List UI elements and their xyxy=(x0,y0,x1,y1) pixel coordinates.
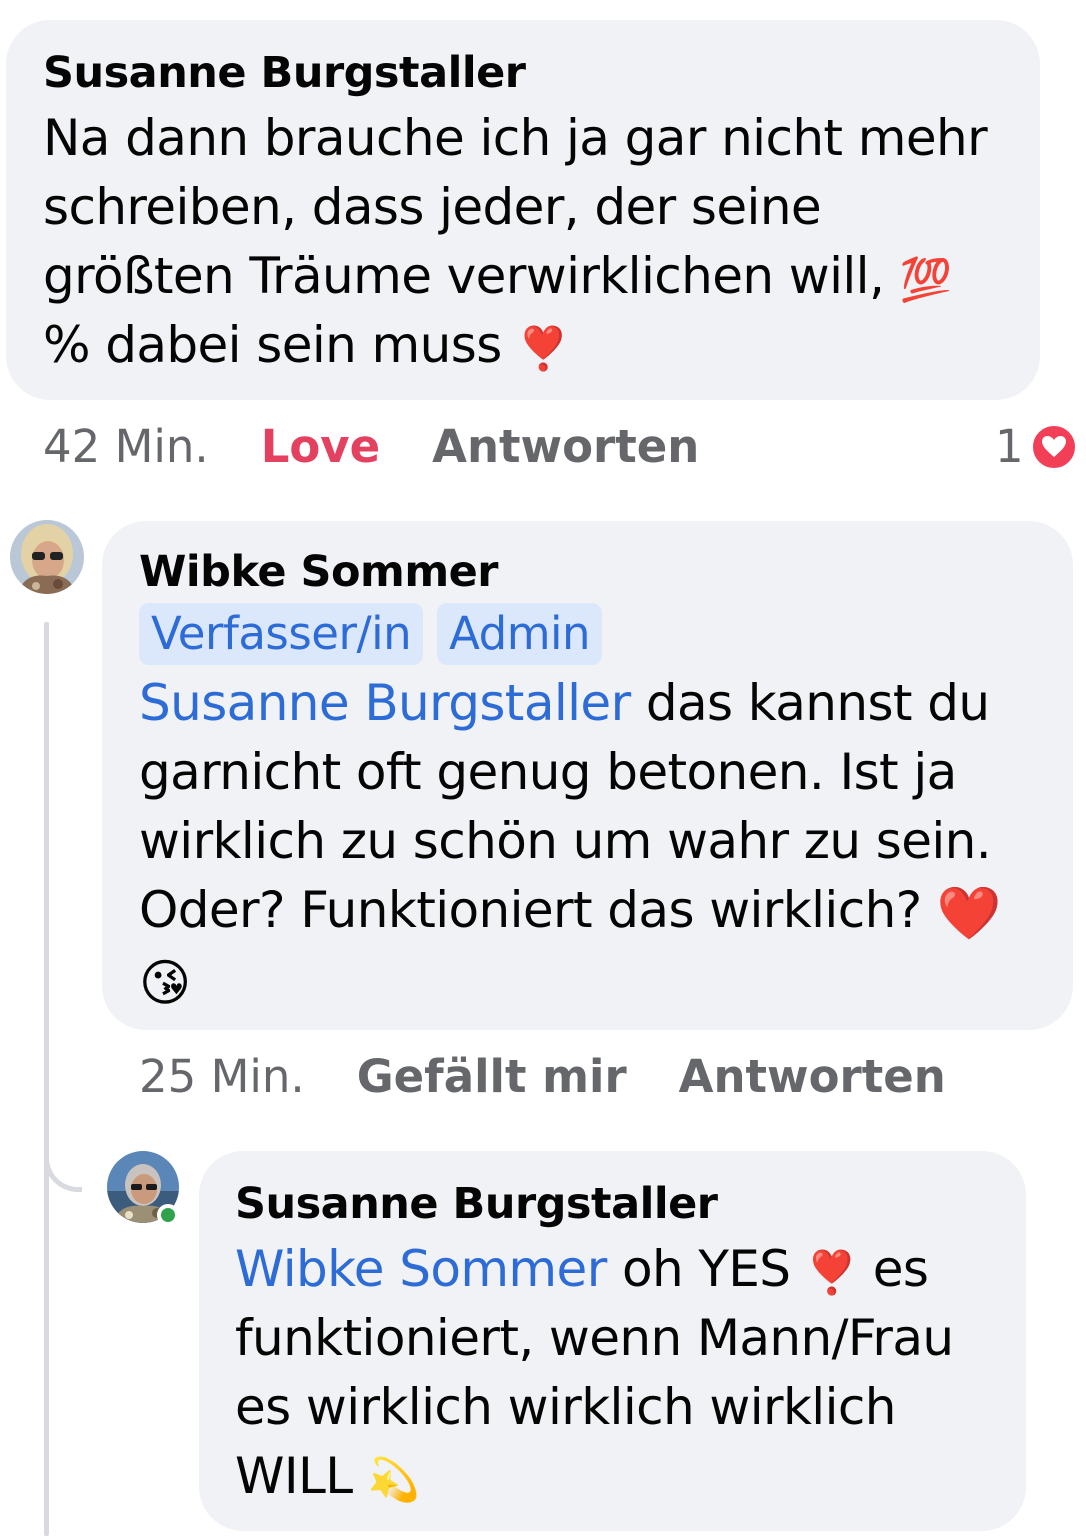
thread-line xyxy=(44,622,49,1536)
online-status-icon xyxy=(157,1204,179,1226)
comment-text-part: % dabei sein muss xyxy=(43,316,517,374)
reply-button[interactable]: Antworten xyxy=(432,420,699,473)
comment-author[interactable]: Susanne Burgstaller xyxy=(43,48,1004,98)
comment-bubble-1: Susanne Burgstaller Na dann brauche ich … xyxy=(6,20,1040,400)
comment-text: Susanne Burgstaller das kannst du garnic… xyxy=(139,669,1037,1014)
comment-time: 42 Min. xyxy=(43,420,209,473)
comment-bubble-3: Susanne Burgstaller Wibke Sommer oh YES … xyxy=(199,1151,1026,1531)
comment-author[interactable]: Wibke Sommer xyxy=(139,547,1037,597)
red-heart-icon: ❤️ xyxy=(936,883,1002,944)
role-badges: Verfasser/in Admin xyxy=(139,603,1037,665)
reaction-summary[interactable]: 1 xyxy=(995,420,1078,474)
heart-exclamation-icon: ❣️ xyxy=(805,1247,858,1297)
kissing-face-icon: 😘 xyxy=(139,953,191,1012)
comment-author[interactable]: Susanne Burgstaller xyxy=(235,1179,990,1229)
comment-text: Wibke Sommer oh YES ❣️ es funktioniert, … xyxy=(235,1235,990,1511)
hundred-points-icon: 💯 xyxy=(899,254,952,304)
mention-link[interactable]: Wibke Sommer xyxy=(235,1240,607,1298)
like-button[interactable]: Gefällt mir xyxy=(357,1050,627,1103)
avatar[interactable] xyxy=(10,520,84,594)
comment-text-part: Na dann brauche ich ja gar nicht mehr sc… xyxy=(43,109,988,305)
love-reaction-icon xyxy=(1029,423,1078,471)
comment-meta-1: 42 Min. Love Antworten xyxy=(43,420,699,474)
love-button[interactable]: Love xyxy=(261,420,380,473)
comment-text: Na dann brauche ich ja gar nicht mehr sc… xyxy=(43,104,1004,380)
author-badge: Verfasser/in xyxy=(139,603,424,665)
comment-text-part: oh YES xyxy=(606,1240,806,1298)
comment-bubble-2: Wibke Sommer Verfasser/in Admin Susanne B… xyxy=(102,521,1073,1030)
mention-link[interactable]: Susanne Burgstaller xyxy=(139,674,631,732)
heart-exclamation-icon: ❣️ xyxy=(516,323,569,373)
reply-button[interactable]: Antworten xyxy=(679,1050,946,1103)
admin-badge: Admin xyxy=(437,603,603,665)
comment-time: 25 Min. xyxy=(139,1050,305,1103)
dizzy-star-icon: 💫 xyxy=(367,1454,420,1504)
reaction-count: 1 xyxy=(995,420,1024,473)
comment-meta-2: 25 Min. Gefällt mir Antworten xyxy=(139,1050,946,1104)
thread-connector xyxy=(44,1110,82,1192)
